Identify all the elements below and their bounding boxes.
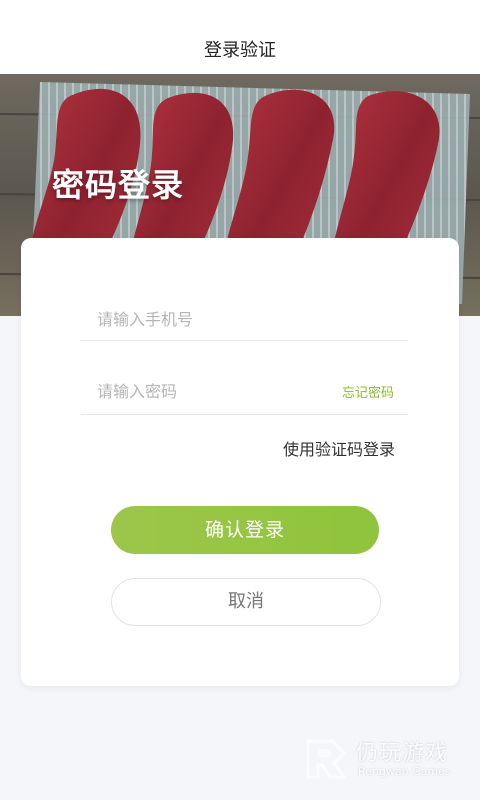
forgot-password-link[interactable]: 忘记密码: [342, 382, 394, 401]
phone-input[interactable]: [95, 298, 319, 340]
cancel-button[interactable]: 取消: [111, 578, 381, 626]
sms-login-link[interactable]: 使用验证码登录: [283, 436, 395, 460]
password-field: 忘记密码: [81, 366, 408, 415]
password-input[interactable]: [95, 370, 319, 412]
login-page: 登录验证 密码登录 请输入手机号 忘记密码 使用验证码登录 确认登录 取消 仍玩…: [0, 0, 480, 800]
confirm-login-button[interactable]: 确认登录: [111, 506, 379, 554]
brand-logo-icon: [306, 739, 347, 779]
login-card: 忘记密码 使用验证码登录 确认登录 取消: [21, 238, 459, 686]
page-title: 登录验证: [204, 40, 276, 61]
phone-field: [81, 294, 408, 341]
watermark-brand-en: Rengwan Games: [358, 765, 451, 778]
hero-title: 密码登录: [52, 166, 185, 204]
watermark-brand-cn: 仍玩游戏: [356, 741, 449, 766]
top-bar: 登录验证: [0, 0, 480, 74]
watermark: 仍玩游戏 Rengwan Games: [304, 735, 464, 785]
